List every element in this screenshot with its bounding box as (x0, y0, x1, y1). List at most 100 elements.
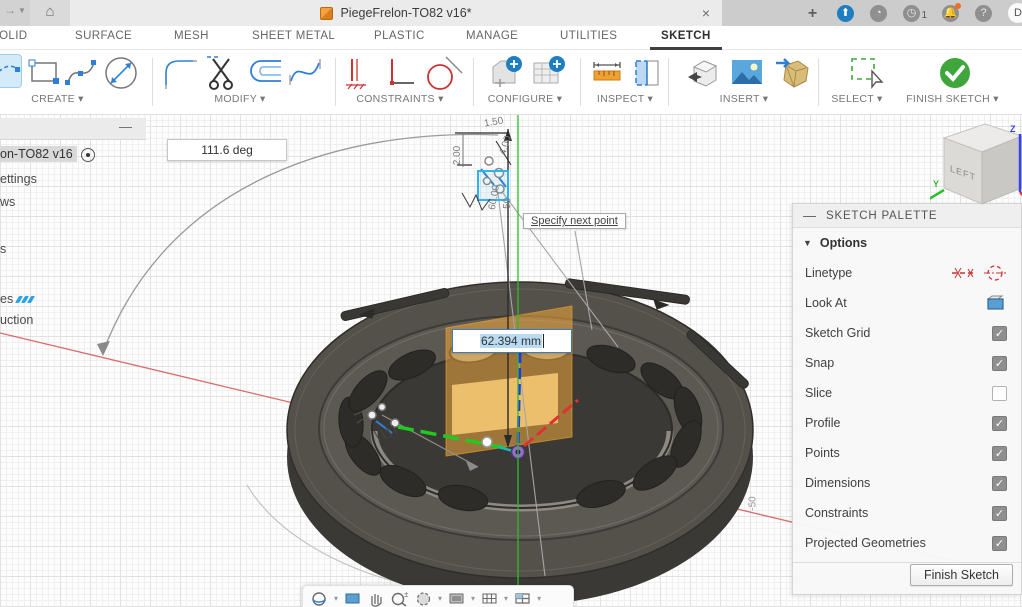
caret-icon[interactable]: ▾ (438, 594, 442, 603)
insert-canvas-icon[interactable] (729, 55, 765, 91)
section-collapse-icon[interactable]: ▼ (803, 238, 812, 248)
midpoint-handle[interactable] (482, 437, 492, 447)
group-label-modify[interactable]: MODIFY ▾ (185, 93, 295, 105)
group-label-configure[interactable]: CONFIGURE ▾ (465, 93, 585, 105)
history-count: 1 (921, 7, 927, 24)
tab-sketch[interactable]: SKETCH (661, 30, 711, 42)
caret-icon[interactable]: ▾ (504, 594, 508, 603)
help-icon[interactable]: ? (975, 5, 992, 22)
browser-item-construction[interactable]: uction (0, 313, 33, 327)
browser-minimize-icon[interactable]: — (119, 119, 132, 134)
select-tool-icon[interactable] (848, 55, 888, 95)
browser-item-bodies[interactable]: s (0, 242, 6, 256)
look-at-icon[interactable] (985, 294, 1007, 312)
finish-sketch-button[interactable]: Finish Sketch (910, 564, 1013, 586)
group-label-inspect[interactable]: INSPECT ▾ (575, 93, 675, 105)
palette-row-projected-geometries: Projected Geometries ✓ (793, 528, 1021, 558)
caret-icon[interactable]: ▾ (471, 594, 475, 603)
tab-surface[interactable]: SURFACE (75, 30, 132, 42)
browser-item-views[interactable]: ws (0, 195, 15, 209)
tab-utilities[interactable]: UTILITIES (560, 30, 617, 42)
tab-sheet-metal[interactable]: SHEET METAL (252, 30, 335, 42)
palette-minimize-icon[interactable]: — (803, 208, 816, 223)
toolbar: CREATE ▾ MODIFY ▾ CONSTRAINTS ▾ CONFIGUR… (0, 50, 1022, 115)
palette-row-snap: Snap ✓ (793, 348, 1021, 378)
constraint-fix-icon[interactable] (344, 55, 374, 93)
offset-tool-icon[interactable] (247, 55, 285, 89)
tab-plastic[interactable]: PLASTIC (374, 30, 425, 42)
browser-item-sketches[interactable]: es (0, 292, 35, 306)
configure-part-icon[interactable] (487, 55, 525, 93)
browser-item-document[interactable]: on-TO82 v16 (0, 146, 77, 162)
view-cube[interactable]: LEFT Z Y (930, 118, 1022, 213)
browser-panel-header[interactable]: — (0, 118, 146, 140)
job-status-icon[interactable]: ⬆ (837, 5, 854, 22)
palette-title: SKETCH PALETTE (826, 210, 937, 222)
caret-icon[interactable]: ▾ (537, 594, 541, 603)
dim-label-50[interactable]: 50 (502, 197, 514, 209)
line-tool-active[interactable] (0, 54, 22, 88)
snap-checkbox[interactable]: ✓ (992, 356, 1007, 371)
configure-table-icon[interactable] (530, 55, 568, 93)
measure-tool-icon[interactable] (590, 55, 628, 93)
section-analysis-icon[interactable] (630, 55, 664, 93)
construction-linetype-icon[interactable] (951, 264, 975, 282)
viewports-icon[interactable] (514, 590, 531, 607)
nav-controls[interactable]: → ▼ (4, 3, 26, 17)
caret-icon: ▾ (993, 93, 999, 105)
sketch-grid-checkbox[interactable]: ✓ (992, 326, 1007, 341)
palette-section-options[interactable]: ▼ Options (793, 228, 1021, 258)
close-tab-icon[interactable]: × (702, 5, 710, 21)
notifications-bell-icon[interactable]: 🔔 (942, 5, 959, 22)
tab-solid[interactable]: SOLID (0, 30, 28, 42)
dim-label-2-00[interactable]: 2.00 (452, 146, 463, 165)
insert-mesh-icon[interactable] (772, 55, 812, 93)
length-dimension-input[interactable]: 62.394 mm (452, 329, 572, 353)
look-at-icon[interactable] (344, 590, 361, 607)
new-tab-icon[interactable]: + (804, 5, 821, 22)
document-title: PiegeFrelon-TO82 v16* (340, 6, 471, 20)
group-label-finish-sketch[interactable]: FINISH SKETCH ▾ (885, 93, 1020, 105)
caret-icon[interactable]: ▾ (334, 594, 338, 603)
document-tab[interactable]: PiegeFrelon-TO82 v16* × (70, 0, 722, 26)
trim-tool-icon[interactable] (205, 55, 241, 91)
home-icon[interactable]: ⌂ (30, 0, 70, 26)
fillet-tool-icon[interactable] (163, 55, 199, 91)
browser-item-settings[interactable]: ettings (0, 172, 37, 186)
user-avatar[interactable]: D (1008, 3, 1022, 23)
zoom-icon[interactable]: ± (390, 590, 409, 607)
extensions-icon[interactable]: ◔ (870, 5, 887, 22)
circle-tool-icon[interactable] (102, 55, 140, 93)
angle-dimension-input[interactable]: 111.6 deg (167, 139, 287, 161)
finish-sketch-icon[interactable] (938, 56, 972, 90)
nav-caret-icon[interactable]: ▼ (18, 6, 26, 15)
centerline-linetype-icon[interactable] (983, 264, 1007, 282)
projected-geometries-checkbox[interactable]: ✓ (992, 536, 1007, 551)
points-checkbox[interactable]: ✓ (992, 446, 1007, 461)
group-label-create[interactable]: CREATE ▾ (10, 93, 105, 105)
tab-manage[interactable]: MANAGE (466, 30, 518, 42)
history-icon[interactable]: ◷1 (903, 5, 920, 22)
insert-derive-icon[interactable] (684, 55, 722, 93)
curve-tool-icon[interactable] (288, 55, 322, 89)
pan-icon[interactable] (367, 590, 384, 607)
slice-checkbox[interactable]: ✓ (992, 386, 1007, 401)
fit-icon[interactable] (415, 590, 432, 607)
display-settings-icon[interactable] (448, 590, 465, 607)
constraint-tangent-icon[interactable] (424, 55, 464, 93)
profile-checkbox[interactable]: ✓ (992, 416, 1007, 431)
rectangle-tool-icon[interactable] (28, 55, 60, 89)
toolbar-separator (152, 58, 153, 106)
constraints-checkbox[interactable]: ✓ (992, 506, 1007, 521)
orbit-icon[interactable] (311, 590, 328, 607)
palette-row-profile: Profile ✓ (793, 408, 1021, 438)
dimensions-checkbox[interactable]: ✓ (992, 476, 1007, 491)
group-label-insert[interactable]: INSERT ▾ (694, 93, 794, 105)
forward-arrow-icon[interactable]: → (4, 3, 16, 17)
tab-mesh[interactable]: MESH (174, 30, 209, 42)
grid-settings-icon[interactable] (481, 590, 498, 607)
component-activate-radio[interactable] (81, 148, 95, 162)
constraint-vertical-icon[interactable] (384, 55, 418, 93)
spline-tool-icon[interactable] (64, 55, 98, 89)
group-label-constraints[interactable]: CONSTRAINTS ▾ (340, 93, 460, 105)
